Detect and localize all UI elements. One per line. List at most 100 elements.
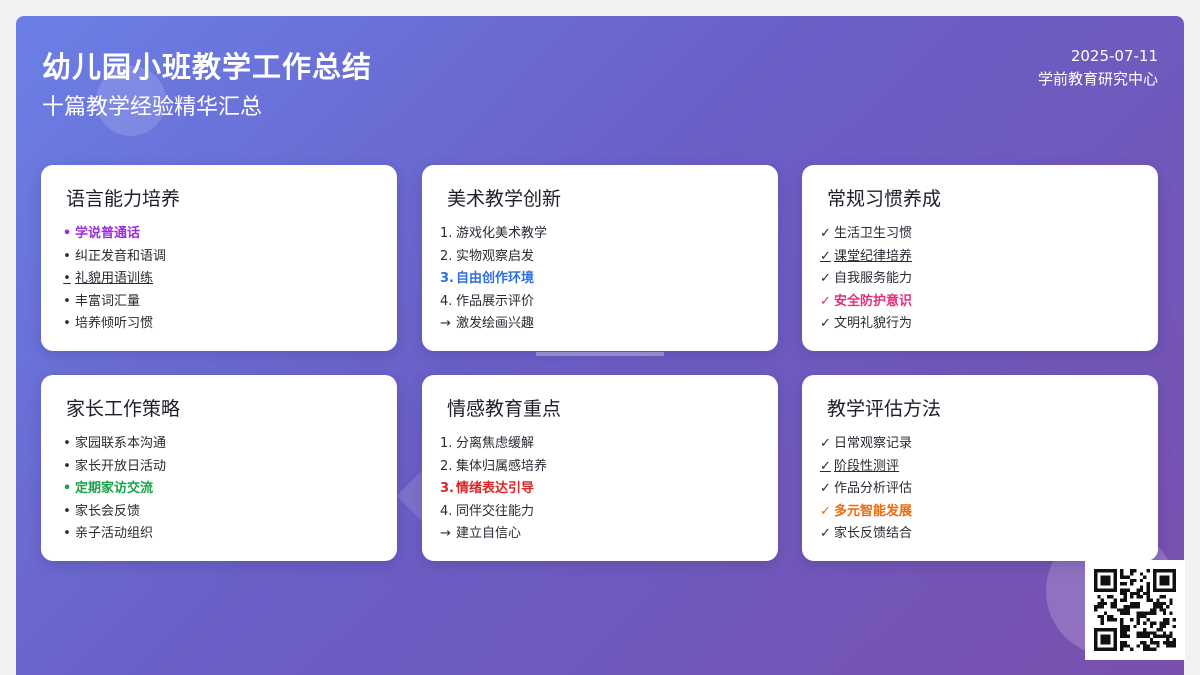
card-title: 教学评估方法 — [827, 398, 942, 420]
list-marker: • — [63, 316, 71, 332]
list-marker: ✓ — [820, 481, 831, 497]
list-marker: ✓ — [820, 248, 831, 264]
list-item-text: 情绪表达引导 — [456, 481, 535, 497]
list-item-text: 同伴交往能力 — [456, 503, 535, 519]
list-item: • 丰富词汇量 — [59, 291, 166, 314]
card-title: 常规习惯养成 — [827, 188, 942, 210]
list-item: • 家长会反馈 — [59, 501, 166, 524]
list-marker: • — [63, 458, 71, 474]
card-title: 情感教育重点 — [447, 398, 562, 420]
list-marker: ✓ — [820, 316, 831, 332]
list-item: ✓ 自我服务能力 — [820, 268, 912, 291]
list-item-text: 作品展示评价 — [456, 293, 535, 309]
list-item: • 定期家访交流 — [59, 478, 166, 501]
slide-background: 幼儿园小班教学工作总结 十篇教学经验精华汇总 2025-07-11 学前教育研究… — [16, 16, 1184, 675]
list-marker: ✓ — [820, 503, 831, 519]
list-marker: 1. — [440, 436, 453, 451]
list-item: • 家园联系本沟通 — [59, 433, 166, 456]
list-marker: → — [440, 316, 451, 332]
list-marker: ✓ — [820, 271, 831, 287]
list-marker: ✓ — [820, 226, 831, 241]
list-item: ✓ 课堂纪律培养 — [820, 246, 912, 269]
list-item-text: 日常观察记录 — [834, 436, 913, 451]
list-item: 3. 情绪表达引导 — [440, 478, 547, 501]
list-item: ✓ 生活卫生习惯 — [820, 223, 912, 246]
list-item-text: 亲子活动组织 — [75, 526, 154, 542]
list-item-text: 建立自信心 — [456, 526, 522, 542]
list-item-text: 定期家访交流 — [75, 481, 154, 497]
list-marker: ✓ — [820, 458, 831, 474]
list-marker: • — [63, 503, 71, 519]
list-marker: 1. — [440, 226, 453, 241]
list-item-text: 分离焦虑缓解 — [456, 436, 535, 451]
list-item: 4. 同伴交往能力 — [440, 501, 547, 524]
list-item-text: 激发绘画兴趣 — [456, 316, 535, 332]
card-language: 语言能力培养 • 学说普通话 • 纠正发音和语调 • 礼貌用语训练 • 丰富词汇量 • 培养倾听习惯 — [41, 165, 397, 351]
list-marker: 4. — [440, 503, 453, 519]
list-item: • 礼貌用语训练 — [59, 268, 166, 291]
card-emotion: 情感教育重点 1. 分离焦虑缓解 2. 集体归属感培养 3. 情绪表达引导 4. 同伴交往能力 →… — [422, 375, 778, 561]
list-item: ✓ 文明礼貌行为 — [820, 313, 912, 336]
list-item-text: 实物观察启发 — [456, 248, 535, 264]
card-assessment: 教学评估方法 ✓ 日常观察记录 ✓ 阶段性测评 ✓ 作品分析评估 ✓ 多元智能发展 ✓ 家长反馈结合 — [802, 375, 1158, 561]
list-item: • 学说普通话 — [59, 223, 166, 246]
list-marker: • — [63, 526, 71, 542]
list-item: • 培养倾听习惯 — [59, 313, 166, 336]
list-item: ✓ 多元智能发展 — [820, 501, 912, 524]
card-list: 1. 游戏化美术教学 2. 实物观察启发 3. 自由创作环境 4. 作品展示评价 → 激发绘画兴趣 — [440, 223, 547, 336]
list-item-text: 阶段性测评 — [834, 458, 900, 474]
list-item-text: 家长反馈结合 — [834, 526, 913, 542]
list-marker: ✓ — [820, 526, 831, 542]
list-item-text: 自我服务能力 — [834, 271, 913, 287]
list-item-text: 家园联系本沟通 — [75, 436, 167, 451]
list-item-text: 课堂纪律培养 — [834, 248, 913, 264]
list-item: 1. 游戏化美术教学 — [440, 223, 547, 246]
list-marker: • — [62, 226, 72, 241]
list-item: 4. 作品展示评价 — [440, 291, 547, 314]
list-item-text: 自由创作环境 — [456, 271, 535, 287]
list-item-text: 家长开放日活动 — [75, 458, 167, 474]
list-item: → 激发绘画兴趣 — [440, 313, 547, 336]
list-item-text: 生活卫生习惯 — [834, 226, 913, 241]
card-list: • 学说普通话 • 纠正发音和语调 • 礼貌用语训练 • 丰富词汇量 • 培养倾听习惯 — [59, 223, 166, 336]
list-item-text: 家长会反馈 — [75, 503, 141, 519]
card-parents: 家长工作策略 • 家园联系本沟通 • 家长开放日活动 • 定期家访交流 • 家长会反馈 • 亲子活动… — [41, 375, 397, 561]
list-item: 3. 自由创作环境 — [440, 268, 547, 291]
list-marker: 3. — [440, 481, 454, 497]
card-list: 1. 分离焦虑缓解 2. 集体归属感培养 3. 情绪表达引导 4. 同伴交往能力 → 建立自信心 — [440, 433, 547, 546]
list-item: → 建立自信心 — [440, 523, 547, 546]
list-item: 1. 分离焦虑缓解 — [440, 433, 547, 456]
card-routine: 常规习惯养成 ✓ 生活卫生习惯 ✓ 课堂纪律培养 ✓ 自我服务能力 ✓ 安全防护意识 ✓ 文明礼貌行… — [802, 165, 1158, 351]
date-label: 2025-07-11 — [1070, 47, 1158, 65]
list-marker: • — [62, 481, 72, 497]
list-item-text: 丰富词汇量 — [75, 293, 141, 309]
list-item: 2. 集体归属感培养 — [440, 456, 547, 479]
list-marker: 4. — [440, 293, 453, 309]
list-marker: ✓ — [820, 436, 831, 451]
list-marker: • — [63, 436, 71, 451]
list-item-text: 文明礼貌行为 — [834, 316, 913, 332]
card-title: 语言能力培养 — [66, 188, 181, 210]
card-art: 美术教学创新 1. 游戏化美术教学 2. 实物观察启发 3. 自由创作环境 4. 作品展示评价 →… — [422, 165, 778, 351]
list-item: ✓ 阶段性测评 — [820, 456, 912, 479]
list-marker: 2. — [440, 248, 453, 264]
list-item: • 亲子活动组织 — [59, 523, 166, 546]
list-item-text: 安全防护意识 — [834, 293, 913, 309]
list-item-text: 纠正发音和语调 — [75, 248, 167, 264]
page-title: 幼儿园小班教学工作总结 — [42, 50, 373, 84]
list-item: ✓ 安全防护意识 — [820, 291, 912, 314]
list-item: • 纠正发音和语调 — [59, 246, 166, 269]
list-item-text: 培养倾听习惯 — [75, 316, 154, 332]
list-item-text: 作品分析评估 — [834, 481, 913, 497]
list-item: • 家长开放日活动 — [59, 456, 166, 479]
list-marker: 2. — [440, 458, 453, 474]
list-marker: → — [440, 526, 451, 542]
list-item-text: 学说普通话 — [75, 226, 141, 241]
list-marker: • — [63, 248, 71, 264]
list-item: ✓ 日常观察记录 — [820, 433, 912, 456]
card-list: ✓ 日常观察记录 ✓ 阶段性测评 ✓ 作品分析评估 ✓ 多元智能发展 ✓ 家长反馈结合 — [820, 433, 912, 546]
list-item-text: 游戏化美术教学 — [456, 226, 548, 241]
qr-code-image — [1094, 569, 1176, 651]
list-marker: • — [63, 271, 71, 287]
card-list: • 家园联系本沟通 • 家长开放日活动 • 定期家访交流 • 家长会反馈 • 亲子活动组织 — [59, 433, 166, 546]
